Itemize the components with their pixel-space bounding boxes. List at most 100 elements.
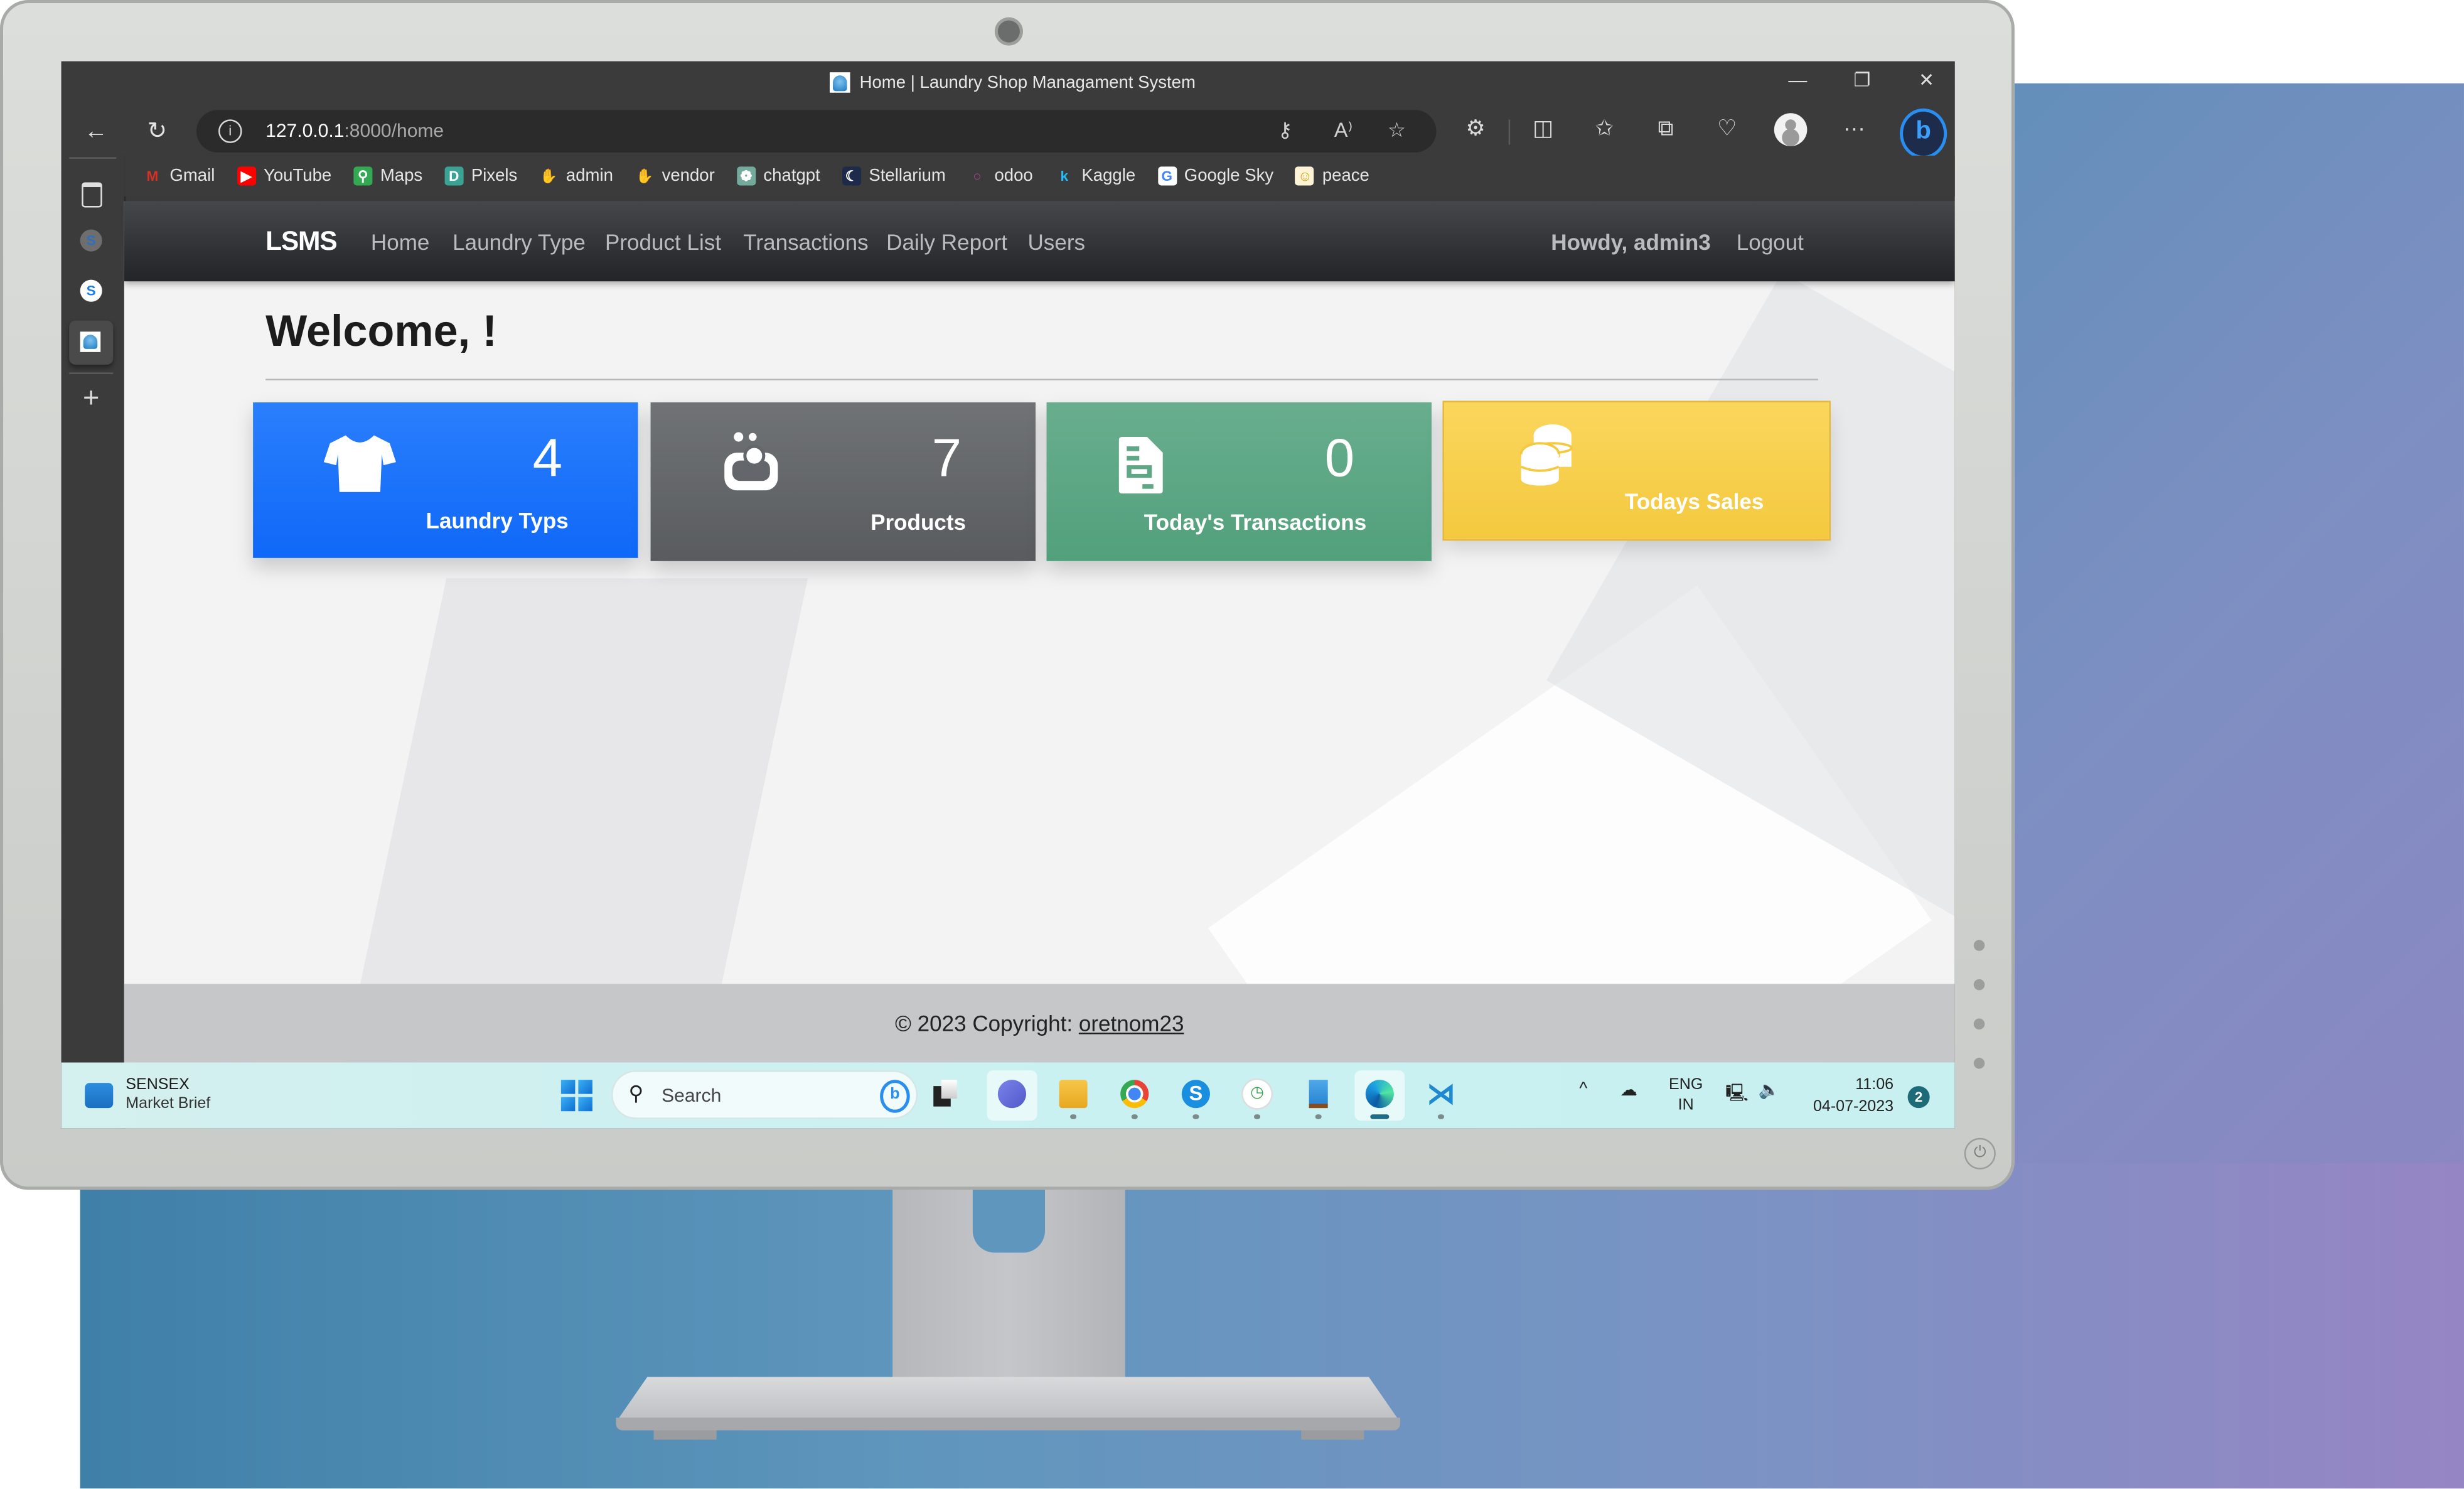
network-icon[interactable]: 🖳 (1725, 1080, 1749, 1110)
bookmarks-bar: M Gmail ▶ YouTube ⚲ Maps D Pixels ✋ admin ✋ vendor ❁… (124, 155, 1955, 196)
nav-users[interactable]: Users (1027, 230, 1085, 255)
collections-icon[interactable]: ⧉ (1650, 115, 1681, 142)
notification-badge[interactable]: 2 (1907, 1086, 1930, 1109)
card-label: Todays Sales (1624, 488, 1764, 514)
bookmark-gmail[interactable]: M Gmail (143, 166, 215, 185)
bookmark-odoo[interactable]: ○ odoo (968, 166, 1033, 185)
maps-icon: ⚲ (353, 166, 373, 186)
bezel-button-dot[interactable] (1973, 1018, 1985, 1029)
youtube-icon: ▶ (237, 166, 256, 186)
address-bar[interactable]: i 127.0.0.1:8000/home ⚷ A⁾ ☆ (196, 110, 1437, 153)
bookmark-youtube[interactable]: ▶ YouTube (237, 166, 332, 186)
bookmark-label: Stellarium (869, 166, 946, 186)
card-value: 0 (1324, 429, 1355, 489)
skype-icon[interactable]: S (1170, 1070, 1221, 1121)
bing-copilot-icon[interactable]: b (1900, 108, 1947, 159)
browser-toolbar: ← ↻ i 127.0.0.1:8000/home ⚷ A⁾ ☆ ⚙ ◫ ✩ ⧉… (61, 107, 1955, 159)
file-explorer-icon[interactable] (1048, 1070, 1098, 1121)
bezel-button-dot[interactable] (1973, 940, 1985, 951)
bookmark-vendor[interactable]: ✋ vendor (635, 166, 715, 185)
task-view-icon[interactable] (921, 1070, 971, 1121)
windows-taskbar: SENSEX Market Brief ⚲ Search b S ◷ ⋊ ^ ☁… (61, 1062, 1955, 1129)
vendor-icon: ✋ (635, 168, 654, 184)
nav-laundry-type[interactable]: Laundry Type (453, 230, 586, 255)
bezel-button-dot[interactable] (1973, 1058, 1985, 1069)
monitor-stand-rim (616, 1417, 1400, 1431)
clock-app-icon[interactable]: ◷ (1232, 1070, 1282, 1121)
taskbar-search[interactable]: ⚲ Search b (613, 1072, 916, 1118)
restore-button[interactable]: ❐ (1846, 69, 1878, 91)
power-button-icon[interactable]: ⏻ (1964, 1137, 1996, 1169)
bookmark-stellarium[interactable]: ☾ Stellarium (842, 166, 946, 186)
peace-icon: ☺ (1295, 166, 1315, 186)
volume-icon[interactable]: 🔈 (1759, 1080, 1780, 1100)
language-indicator[interactable]: ENG IN (1669, 1075, 1703, 1116)
onedrive-sync-icon[interactable]: ☁ (1620, 1080, 1637, 1100)
windows-start-icon[interactable] (560, 1080, 592, 1112)
minimize-button[interactable]: — (1782, 69, 1813, 91)
lsms-favicon-icon (830, 72, 850, 93)
notepad-icon[interactable] (1294, 1070, 1344, 1121)
bookmark-chatgpt[interactable]: ❁ chatgpt (736, 166, 820, 186)
read-aloud-icon[interactable]: A⁾ (1334, 118, 1353, 143)
nav-daily-report[interactable]: Daily Report (886, 230, 1007, 255)
card-laundry-types[interactable]: 4 Laundry Typs (253, 402, 638, 558)
bookmark-google-sky[interactable]: G Google Sky (1157, 166, 1273, 186)
new-tab-plus-icon[interactable]: + (75, 382, 107, 413)
url-text[interactable]: 127.0.0.1:8000/home (265, 119, 444, 141)
site-info-icon[interactable]: i (218, 119, 242, 143)
back-button[interactable]: ← (80, 116, 112, 148)
split-screen-icon[interactable]: ◫ (1528, 115, 1559, 142)
bookmark-label: Kaggle (1081, 166, 1136, 186)
extensions-icon[interactable]: ⚙ (1460, 115, 1491, 142)
brand-logo[interactable]: LSMS (265, 227, 338, 258)
file-invoice-icon (1118, 437, 1163, 494)
teams-meet-icon[interactable] (987, 1070, 1037, 1121)
bing-icon[interactable]: b (880, 1080, 910, 1113)
show-hidden-icons[interactable]: ^ (1579, 1080, 1587, 1099)
divider (265, 379, 1818, 380)
vscode-icon[interactable]: ⋊ (1416, 1070, 1466, 1121)
author-link[interactable]: oretnom23 (1079, 1011, 1184, 1036)
bezel-button-dot[interactable] (1973, 979, 1985, 991)
bookmark-label: YouTube (263, 166, 332, 186)
chrome-icon[interactable] (1110, 1070, 1160, 1121)
card-products[interactable]: 7 Products (650, 402, 1036, 561)
window-title: Home | Laundry Shop Managament System (830, 72, 1196, 93)
stellarium-icon: ☾ (842, 166, 861, 186)
close-button[interactable]: ✕ (1911, 69, 1942, 91)
edge-icon[interactable] (1354, 1070, 1405, 1121)
bookmark-pixels[interactable]: D Pixels (444, 166, 518, 186)
bookmark-admin[interactable]: ✋ admin (539, 166, 613, 185)
shirt-icon (323, 435, 396, 492)
refresh-button[interactable]: ↻ (141, 116, 173, 148)
nav-home[interactable]: Home (371, 230, 430, 255)
lsms-tab-active[interactable] (69, 320, 114, 365)
widgets-button[interactable]: SENSEX Market Brief (85, 1077, 210, 1114)
skype-tab-icon[interactable]: S (75, 225, 107, 256)
card-todays-sales[interactable]: Todays Sales (1444, 402, 1829, 539)
window-title-text: Home | Laundry Shop Managament System (859, 73, 1196, 92)
system-clock[interactable]: 11:06 04-07-2023 (1799, 1075, 1894, 1119)
logout-link[interactable]: Logout (1737, 230, 1804, 255)
nav-product-list[interactable]: Product List (605, 230, 721, 255)
bookmark-label: Pixels (471, 166, 518, 186)
card-label: Today's Transactions (1144, 509, 1367, 535)
card-todays-transactions[interactable]: 0 Today's Transactions (1046, 402, 1432, 561)
key-icon[interactable]: ⚷ (1278, 118, 1293, 143)
bookmark-maps[interactable]: ⚲ Maps (353, 166, 422, 186)
search-placeholder: Search (662, 1084, 722, 1107)
tab-actions-icon[interactable] (75, 178, 107, 209)
nav-transactions[interactable]: Transactions (743, 230, 868, 255)
favorites-icon[interactable]: ✩ (1588, 115, 1620, 142)
market-chart-icon (85, 1083, 114, 1109)
bookmark-peace[interactable]: ☺ peace (1295, 166, 1369, 186)
skype-tab-icon[interactable]: S (75, 275, 107, 306)
profile-avatar-icon[interactable] (1774, 113, 1808, 146)
bookmark-kaggle[interactable]: k Kaggle (1055, 166, 1136, 186)
browser-essentials-icon[interactable]: ♡ (1711, 115, 1743, 142)
favorite-star-icon[interactable]: ☆ (1388, 118, 1406, 143)
copyright-text: © 2023 Copyright: oretnom23 (895, 1010, 1184, 1036)
bookmark-label: peace (1322, 166, 1369, 186)
more-icon[interactable]: ··· (1838, 115, 1870, 140)
